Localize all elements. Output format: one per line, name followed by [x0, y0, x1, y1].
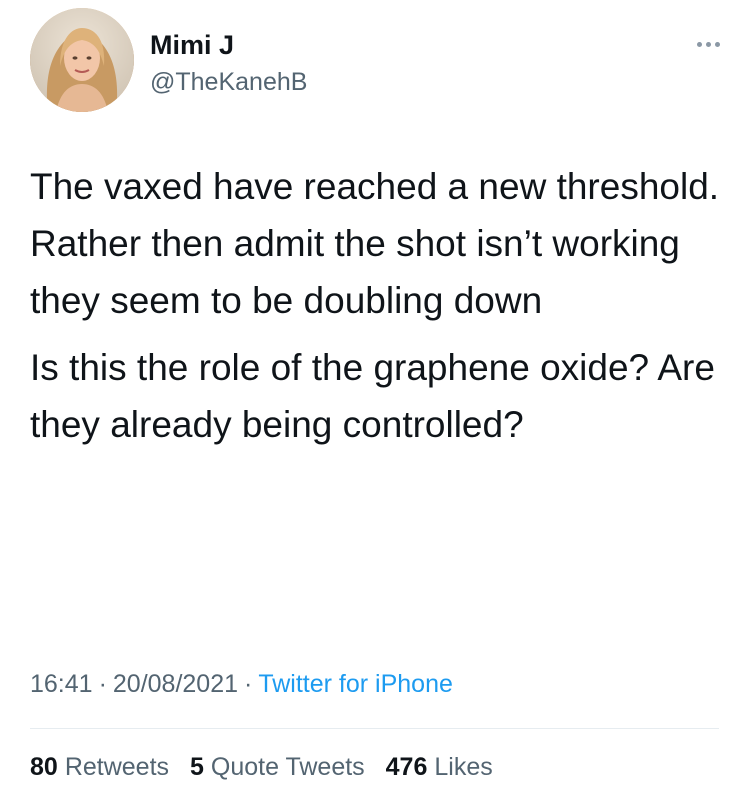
- tweet-paragraph: Is this the role of the graphene oxide? …: [30, 347, 715, 445]
- tweet-stats: 80 Retweets 5 Quote Tweets 476 Likes: [30, 748, 507, 786]
- retweets-stat[interactable]: 80 Retweets: [30, 748, 169, 786]
- author-name[interactable]: Mimi J: [150, 28, 234, 62]
- author-handle[interactable]: @TheKanehB: [150, 66, 307, 98]
- more-dot: [705, 41, 711, 47]
- retweets-count: 80: [30, 753, 58, 781]
- quote-tweets-count: 5: [189, 753, 204, 781]
- tweet-time[interactable]: 16:41: [30, 670, 93, 698]
- quote-tweets-label: Quote Tweets: [210, 753, 365, 781]
- avatar[interactable]: [30, 8, 134, 112]
- avatar-image: [30, 8, 134, 112]
- likes-label: Likes: [434, 753, 493, 781]
- retweets-label: Retweets: [64, 753, 170, 781]
- more-dot: [696, 41, 702, 47]
- likes-stat[interactable]: 476 Likes: [386, 748, 493, 786]
- likes-count: 476: [385, 753, 428, 781]
- quote-tweets-stat[interactable]: 5 Quote Tweets: [190, 748, 365, 786]
- tweet-meta: 16:41 · 20/08/2021 · Twitter for iPhone: [30, 667, 453, 701]
- more-dot: [714, 41, 720, 47]
- more-options-icon[interactable]: [690, 30, 726, 58]
- tweet-header: Mimi J @TheKanehB: [30, 8, 720, 118]
- tweet: Mimi J @TheKanehB The vaxed have reached…: [0, 0, 749, 802]
- tweet-source-link[interactable]: Twitter for iPhone: [258, 670, 453, 698]
- meta-separator: ·: [244, 670, 253, 698]
- meta-separator: ·: [98, 670, 107, 698]
- tweet-paragraph: The vaxed have reached a new threshold. …: [30, 166, 720, 321]
- tweet-date[interactable]: 20/08/2021: [113, 670, 238, 698]
- divider: [30, 728, 719, 729]
- tweet-text: The vaxed have reached a new threshold. …: [30, 158, 720, 453]
